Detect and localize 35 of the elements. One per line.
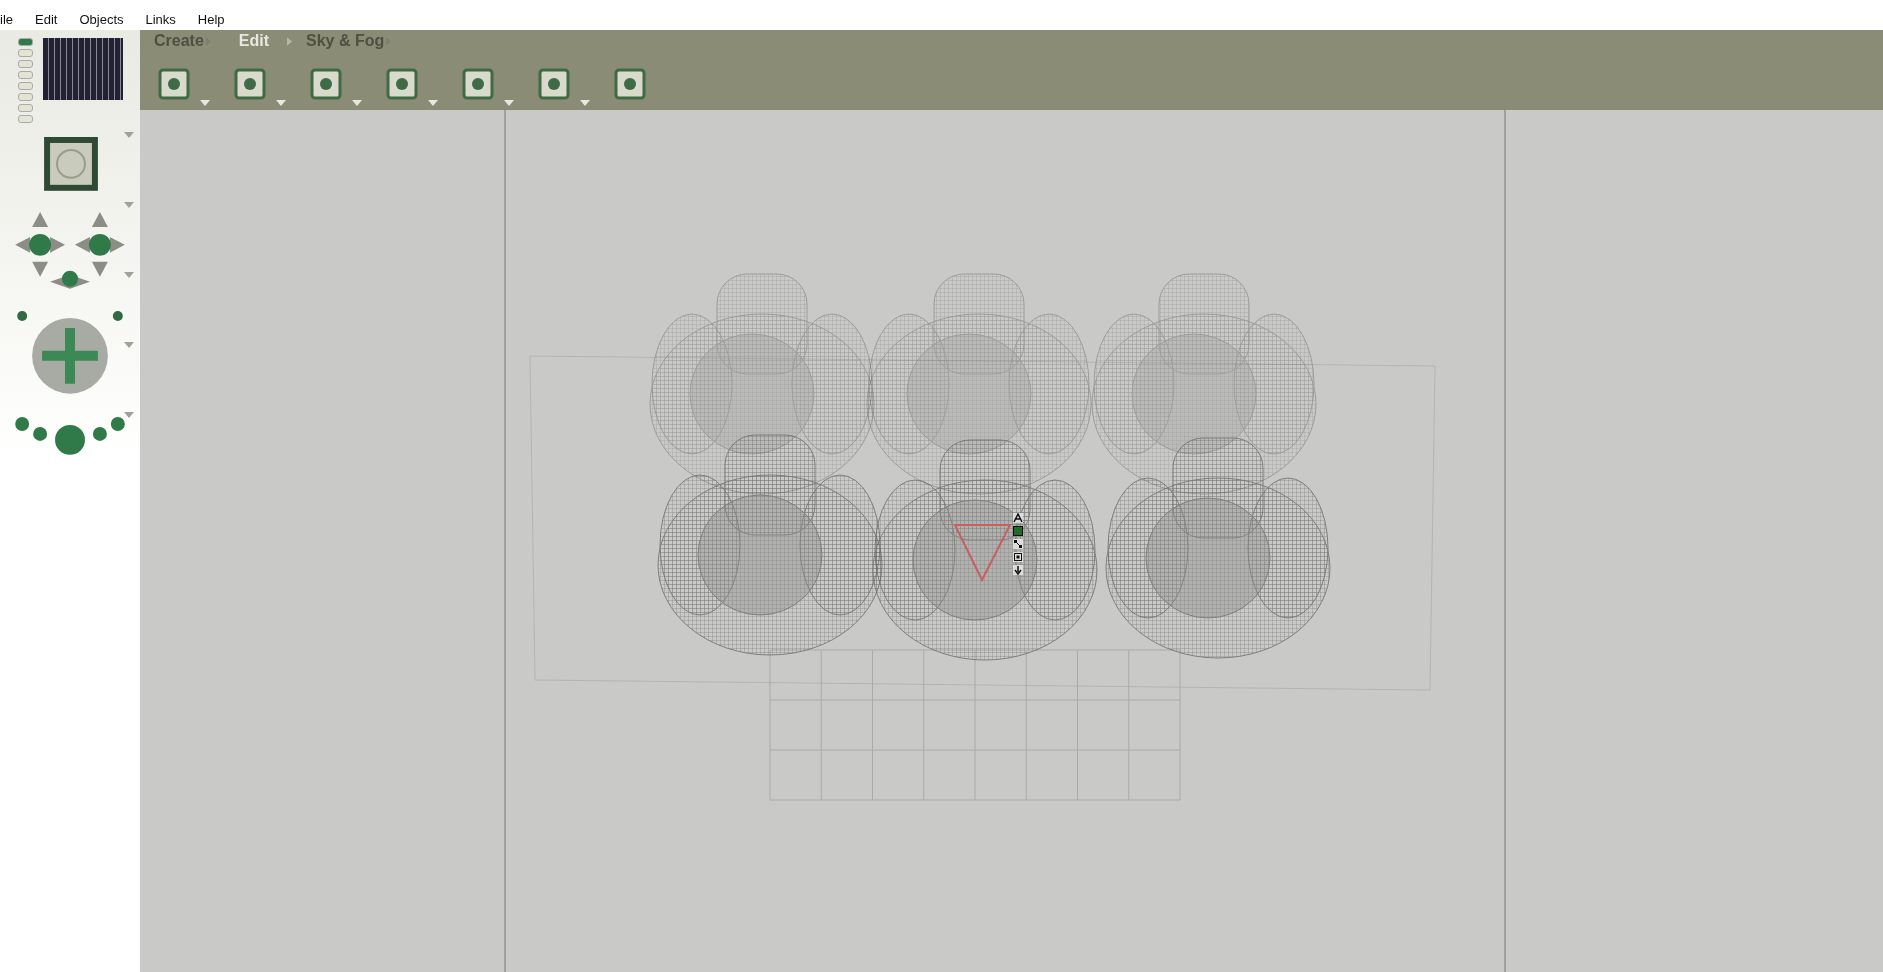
- caret-icon[interactable]: [580, 100, 590, 106]
- caret-icon[interactable]: [352, 100, 362, 106]
- caret-icon[interactable]: [504, 100, 514, 106]
- down-arrow-icon: [1013, 565, 1023, 575]
- view-button[interactable]: [17, 104, 33, 112]
- attributes-button[interactable]: [1013, 513, 1023, 523]
- view-button[interactable]: [17, 71, 33, 79]
- caret-icon[interactable]: [124, 202, 134, 208]
- link-nodes-icon: [1013, 539, 1023, 549]
- menu-item[interactable]: Help: [197, 11, 225, 27]
- caret-icon[interactable]: [428, 100, 438, 106]
- view-button[interactable]: [17, 60, 33, 68]
- arrow-icon: [287, 36, 293, 46]
- view-button[interactable]: [17, 49, 33, 57]
- letter-a-icon: [1013, 513, 1023, 523]
- menu-item[interactable]: ile: [0, 11, 13, 27]
- view-button[interactable]: [17, 38, 33, 46]
- link-button[interactable]: [1013, 539, 1023, 549]
- camera-marker-icon[interactable]: [953, 524, 1012, 583]
- menu-item[interactable]: Objects: [79, 11, 124, 27]
- caret-icon[interactable]: [200, 100, 210, 106]
- drop-button[interactable]: [1013, 565, 1023, 575]
- frame-icon: [1013, 552, 1023, 562]
- view-button[interactable]: [17, 82, 33, 90]
- caret-icon[interactable]: [124, 132, 134, 138]
- caret-icon[interactable]: [124, 272, 134, 278]
- family-button[interactable]: [1013, 552, 1023, 562]
- view-preview[interactable]: [42, 38, 123, 100]
- view-button[interactable]: [17, 115, 33, 123]
- menu-item[interactable]: Edit: [35, 11, 58, 27]
- menu-item[interactable]: Links: [145, 11, 176, 27]
- view-button[interactable]: [17, 93, 33, 101]
- caret-icon[interactable]: [124, 412, 134, 418]
- caret-icon[interactable]: [124, 342, 134, 348]
- caret-icon[interactable]: [276, 100, 286, 106]
